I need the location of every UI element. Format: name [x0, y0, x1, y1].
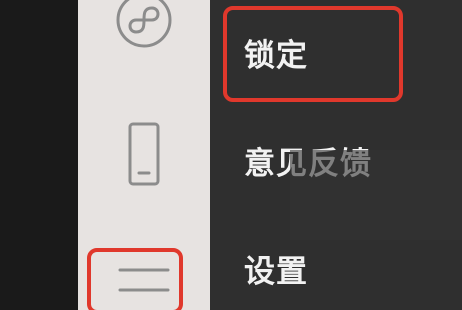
phone-icon[interactable] [78, 120, 210, 190]
mini-program-icon[interactable] [78, 0, 210, 48]
menu-item-settings[interactable]: 设置 [244, 252, 308, 292]
menu-item-lock[interactable]: 锁定 [244, 36, 308, 76]
left-edge [0, 0, 78, 310]
phone-icon-svg [128, 122, 160, 186]
sidebar [78, 0, 210, 310]
screen: 锁定 意见反馈 设置 [0, 0, 462, 310]
menu-icon-svg [118, 268, 170, 292]
mini-program-icon-svg [116, 0, 172, 48]
background-ghost [290, 150, 462, 240]
menu-icon[interactable] [78, 248, 210, 310]
